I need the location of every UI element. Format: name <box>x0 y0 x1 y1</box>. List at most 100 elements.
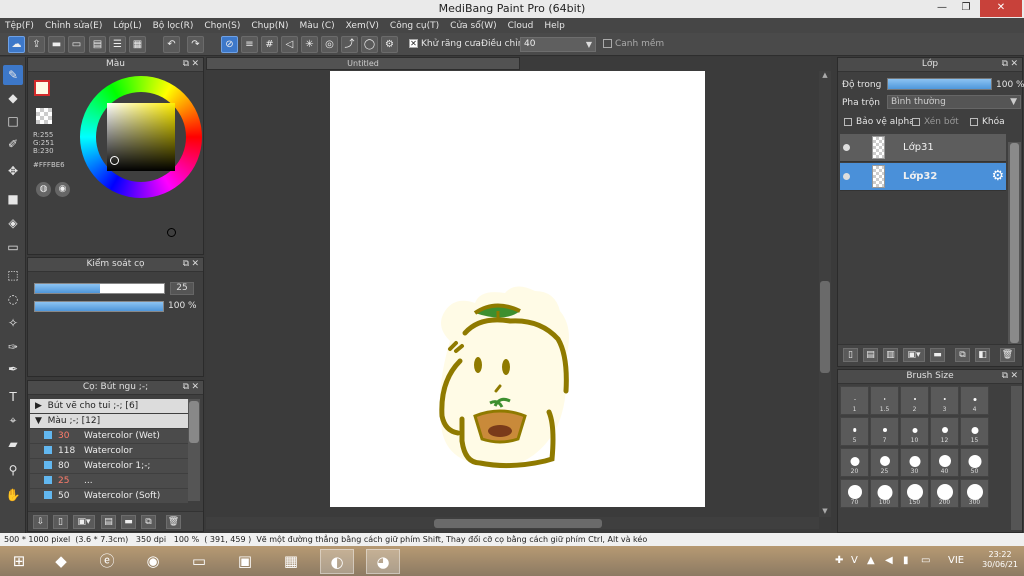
close-icon[interactable]: ✕ <box>191 258 199 271</box>
brush-size-option[interactable]: 5 <box>840 417 869 446</box>
maximize-button[interactable]: ❐ <box>954 0 978 17</box>
brush-size-scrollbar[interactable] <box>1011 386 1022 530</box>
menu-help[interactable]: Help <box>544 21 565 31</box>
brush-size-option[interactable]: 30 <box>900 448 929 477</box>
eye-icon[interactable] <box>843 173 850 180</box>
explorer-icon[interactable]: ▭ <box>182 549 216 574</box>
scroll-thumb[interactable] <box>189 401 199 443</box>
list-icon[interactable]: ☰ <box>109 36 126 53</box>
blend-mode-select[interactable]: Bình thường ▼ <box>887 95 1021 109</box>
folder-icon[interactable]: ▬ <box>121 515 136 529</box>
menu-window[interactable]: Cửa sổ(W) <box>450 21 496 31</box>
select-pen-tool-icon[interactable]: ✑ <box>3 337 23 357</box>
sv-cursor[interactable] <box>110 156 119 165</box>
radial-snap-icon[interactable]: ✳ <box>301 36 318 53</box>
powerpoint-icon[interactable]: ▣ <box>228 549 262 574</box>
chrome-icon[interactable]: ◉ <box>136 549 170 574</box>
duplicate-icon[interactable]: ⧉ <box>141 515 156 529</box>
app-icon[interactable]: ▦ <box>274 549 308 574</box>
undock-icon[interactable]: ⧉ <box>1002 58 1008 71</box>
brush-size-option[interactable]: 12 <box>930 417 959 446</box>
document-icon[interactable]: ▤ <box>89 36 106 53</box>
brush-size-option[interactable]: 7 <box>870 417 899 446</box>
new-layer-icon[interactable]: ▯ <box>843 348 858 362</box>
canvas-horizontal-scrollbar[interactable] <box>206 517 819 529</box>
clipping-checkbox[interactable] <box>912 118 920 126</box>
brush-size-option[interactable]: 70 <box>840 479 869 508</box>
close-icon[interactable]: ✕ <box>191 58 199 71</box>
add-layer-menu-icon[interactable]: ▣▾ <box>903 348 925 362</box>
close-icon[interactable]: ✕ <box>1010 58 1018 71</box>
merge-layer-icon[interactable]: ◧ <box>975 348 990 362</box>
brush-tool-icon[interactable]: ✎ <box>3 65 23 85</box>
brush-size-option[interactable]: 1.5 <box>870 386 899 415</box>
brush-download-icon[interactable]: ⇩ <box>33 515 48 529</box>
trash-icon[interactable]: 🗑 <box>1000 348 1015 362</box>
battery-icon[interactable]: ▭ <box>921 555 930 566</box>
transparent-swatch[interactable] <box>36 108 52 124</box>
input-language[interactable]: VIE <box>948 555 964 566</box>
layer-opacity-slider[interactable] <box>887 78 992 90</box>
brush-size-option[interactable]: 150 <box>900 479 929 508</box>
cloud-icon[interactable]: ☁ <box>8 36 25 53</box>
parallel-snap-icon[interactable]: ≡ <box>241 36 258 53</box>
medibang-icon[interactable]: ◕ <box>366 549 400 574</box>
brush-size-option[interactable]: 1 <box>840 386 869 415</box>
brush-size-input[interactable]: 25 <box>170 282 194 295</box>
layer-row-selected[interactable]: Lớp32 ⚙ <box>840 163 1006 191</box>
undock-icon[interactable]: ⧉ <box>183 381 189 394</box>
document-tab[interactable]: Untitled <box>206 57 520 70</box>
menu-layer[interactable]: Lớp(L) <box>113 21 141 31</box>
share-icon[interactable]: ⇪ <box>28 36 45 53</box>
brush-size-option[interactable]: 2 <box>900 386 929 415</box>
curve-snap-icon[interactable]: ⤴ <box>341 36 358 53</box>
new-halftone-layer-icon[interactable]: ▤ <box>863 348 878 362</box>
scroll-up-icon[interactable]: ▲ <box>819 71 831 81</box>
brush-size-option[interactable]: 50 <box>960 448 989 477</box>
operation-tool-icon[interactable]: ⌖ <box>3 410 23 430</box>
antialias-checkbox[interactable]: ✕ <box>409 39 418 48</box>
eye-icon[interactable] <box>843 144 850 151</box>
brush-item[interactable]: 25... <box>30 474 188 488</box>
volume-icon[interactable]: ◀ <box>885 555 893 566</box>
menu-select[interactable]: Chọn(S) <box>204 21 240 31</box>
new-brush-icon[interactable]: ▯ <box>53 515 68 529</box>
brush-alt-tool-icon[interactable]: ✐ <box>3 134 23 154</box>
move-tool-icon[interactable]: ✥ <box>3 161 23 181</box>
scroll-thumb[interactable] <box>1010 143 1019 343</box>
tray-app-icon[interactable]: ✚ <box>835 555 843 566</box>
ellipse-snap-icon[interactable]: ◯ <box>361 36 378 53</box>
menu-edit[interactable]: Chỉnh sửa(E) <box>45 21 102 31</box>
new-8bit-layer-icon[interactable]: ▥ <box>883 348 898 362</box>
close-button[interactable]: ✕ <box>980 0 1022 17</box>
menu-cloud[interactable]: Cloud <box>508 21 534 31</box>
brush-list-scrollbar[interactable] <box>188 399 200 501</box>
menu-view[interactable]: Xem(V) <box>346 21 379 31</box>
text-tool-icon[interactable]: T <box>3 387 23 407</box>
hue-cursor[interactable] <box>167 228 176 237</box>
divide-tool-icon[interactable]: ▰ <box>3 434 23 454</box>
tray-arrow-icon[interactable]: ▲ <box>867 555 875 566</box>
protect-alpha-checkbox[interactable] <box>844 118 852 126</box>
folder-icon[interactable]: ▬ <box>930 348 945 362</box>
canvas-vertical-scrollbar[interactable]: ▲ ▼ <box>819 71 831 517</box>
brush-size-option[interactable]: 100 <box>870 479 899 508</box>
comment-icon[interactable]: ▬ <box>48 36 65 53</box>
gear-icon[interactable]: ⚙ <box>991 168 1004 184</box>
menu-file[interactable]: Tệp(F) <box>5 21 34 31</box>
trash-icon[interactable]: 🗑 <box>166 515 181 529</box>
brush-item[interactable]: 30 Watercolor (Wet) <box>30 429 188 443</box>
foreground-color-swatch[interactable] <box>34 80 50 96</box>
settings-snap-icon[interactable]: ⚙ <box>381 36 398 53</box>
palette-add-icon[interactable]: ◉ <box>55 182 70 197</box>
drawing-canvas[interactable] <box>330 71 705 507</box>
scroll-thumb[interactable] <box>820 281 830 373</box>
rect-tool-icon[interactable]: □ <box>3 111 23 131</box>
brush-size-option[interactable]: 3 <box>930 386 959 415</box>
ie-icon[interactable]: ⓔ <box>90 549 124 574</box>
brush-item[interactable]: 118 Watercolor <box>30 444 188 458</box>
edge-checkbox[interactable] <box>603 39 612 48</box>
layer-scrollbar[interactable] <box>1008 142 1021 362</box>
brush-size-slider[interactable] <box>34 283 165 294</box>
brush-size-option[interactable]: 10 <box>900 417 929 446</box>
